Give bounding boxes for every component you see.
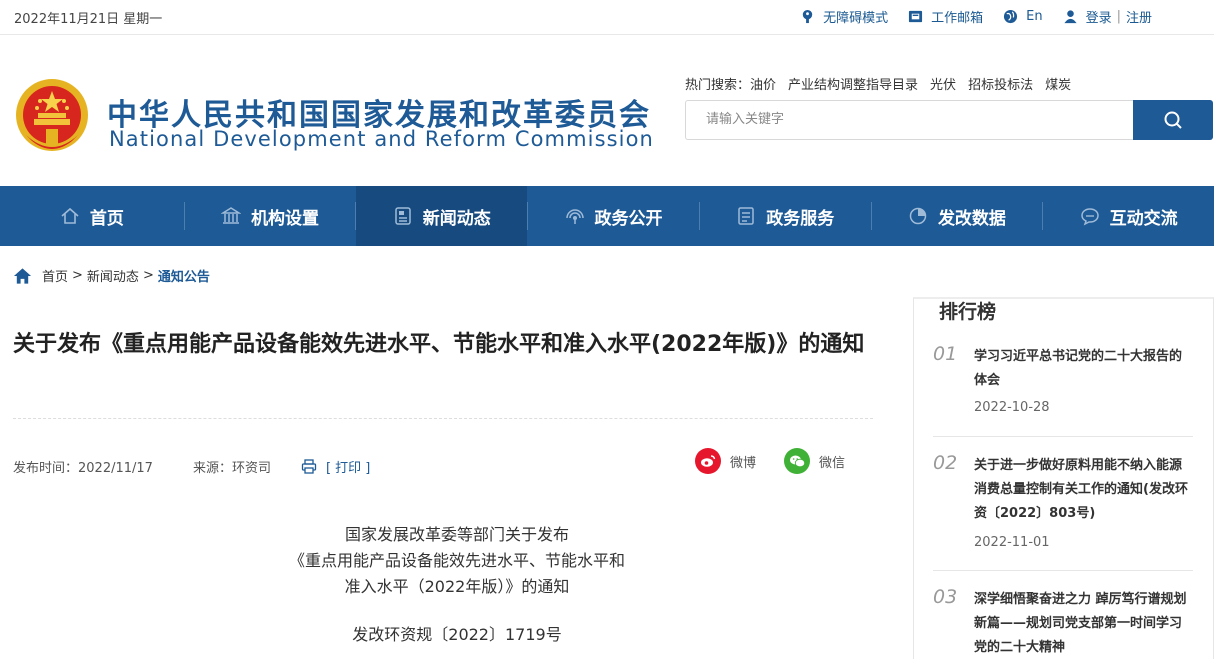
user-links: 登录 | 注册 [1063, 7, 1152, 26]
search-button[interactable] [1133, 100, 1213, 140]
nav-item-organization[interactable]: 机构设置 [185, 186, 356, 246]
nav-item-data[interactable]: 发改数据 [872, 186, 1043, 246]
nav-item-gov-affairs[interactable]: 政务公开 [528, 186, 699, 246]
nav-label: 机构设置 [251, 208, 320, 229]
weibo-icon [695, 448, 721, 474]
wechat-icon [784, 448, 811, 474]
ranking-divider [933, 436, 1193, 437]
ranking-divider [933, 570, 1193, 571]
hot-term[interactable]: 产业结构调整指导目录 [788, 74, 918, 93]
ranking-number: 02 [933, 452, 958, 474]
nav-label: 首页 [89, 208, 124, 229]
accessibility-link[interactable]: 无障碍模式 [800, 7, 888, 26]
article-source: 来源：环资司 [192, 461, 271, 476]
accessibility-icon [802, 9, 813, 24]
ranking-number: 01 [933, 343, 958, 365]
share-weibo[interactable]: 微博 [695, 448, 756, 474]
english-label: En [1026, 9, 1043, 24]
breadcrumb-separator: > [142, 268, 154, 283]
hot-search: 热门搜索： 油价 产业结构调整指导目录 光伏 招标投标法 煤炭 [685, 74, 1071, 93]
login-separator: | [1116, 9, 1121, 24]
ranking-item-title[interactable]: 深学细悟聚奋进之力 踔厉笃行谱规划新篇——规划司党支部第一时间学习党的二十大精神 [974, 588, 1193, 659]
chat-icon [1080, 208, 1099, 226]
breadcrumb-home[interactable]: 首页 [42, 266, 68, 285]
work-mail-label: 工作邮箱 [931, 11, 984, 26]
title-divider [13, 418, 873, 419]
register-link[interactable]: 注册 [1126, 7, 1152, 26]
ranking-item-title[interactable]: 关于进一步做好原料用能不纳入能源消费总量控制有关工作的通知(发改环资〔2022〕… [974, 454, 1193, 526]
pie-chart-icon [909, 207, 927, 225]
document-icon [738, 207, 754, 225]
nav-label: 政务服务 [766, 208, 835, 229]
ranking-item-title[interactable]: 学习习近平总书记党的二十大报告的体会 [974, 345, 1193, 393]
hot-search-label: 热门搜索： [685, 78, 751, 93]
nav-item-news[interactable]: 新闻动态 [356, 186, 528, 246]
nav-label: 互动交流 [1109, 208, 1178, 229]
hot-term[interactable]: 光伏 [930, 74, 956, 93]
share-wechat-label: 微信 [819, 455, 846, 471]
broadcast-icon [565, 209, 584, 224]
top-links: 无障碍模式 工作邮箱 En 登录 | 注册 [780, 7, 1152, 26]
publish-date: 发布时间：2022/11/17 [13, 461, 153, 476]
ranking-item-date: 2022-10-28 [974, 400, 1050, 415]
english-link[interactable]: En [1003, 9, 1043, 24]
share-wechat[interactable]: 微信 [784, 448, 845, 474]
breadcrumb-separator: > [72, 268, 83, 283]
ranking-title: 排行榜 [939, 301, 997, 323]
print-button[interactable]: [ 打印 ] [301, 457, 370, 476]
search-input[interactable]: 请输入关键字 [685, 100, 1133, 140]
document-heading-line: 准入水平（2022年版）》的通知 [344, 577, 570, 596]
ranking-item-date: 2022-11-01 [974, 535, 1050, 550]
printer-icon [301, 459, 317, 474]
document-heading: 国家发展改革委等部门关于发布 《重点用能产品设备能效先进水平、节能水平和 准入水… [262, 522, 652, 600]
breadcrumb-news[interactable]: 新闻动态 [87, 266, 139, 285]
accessibility-label: 无障碍模式 [823, 11, 889, 26]
share-bar: 微博 微信 [695, 448, 873, 474]
work-mail-link[interactable]: 工作邮箱 [908, 7, 983, 26]
document-number: 发改环资规〔2022〕1719号 [352, 625, 562, 644]
breadcrumb-current[interactable]: 通知公告 [158, 266, 210, 285]
nav-label: 新闻动态 [422, 208, 491, 229]
document-heading-line: 国家发展改革委等部门关于发布 [344, 525, 569, 544]
print-label: [ 打印 ] [325, 461, 371, 476]
article-title: 关于发布《重点用能产品设备能效先进水平、节能水平和准入水平(2022年版)》的通… [13, 332, 865, 357]
site-title-en[interactable]: National Development and Reform Commissi… [109, 127, 654, 151]
hot-term[interactable]: 招标投标法 [968, 74, 1033, 93]
current-date: 2022年11月21日 星期一 [14, 12, 163, 27]
building-icon [221, 207, 242, 224]
breadcrumb: 首页 > 新闻动态 > 通知公告 [13, 266, 210, 285]
globe-icon [1004, 9, 1018, 24]
nav-label: 政务公开 [594, 208, 663, 229]
hot-term[interactable]: 煤炭 [1045, 74, 1071, 93]
ranking-number: 03 [933, 586, 958, 608]
article-meta: 发布时间：2022/11/17 来源：环资司 [ 打印 ] [13, 457, 370, 476]
nav-item-interaction[interactable]: 互动交流 [1043, 186, 1214, 246]
home-icon[interactable] [13, 267, 32, 285]
main-nav: 首页 机构设置 新闻动态 政务公开 政务服务 发改数据 互动交流 [0, 186, 1214, 246]
login-link[interactable]: 登录 [1086, 7, 1112, 26]
nav-item-services[interactable]: 政务服务 [700, 186, 871, 246]
nav-item-home[interactable]: 首页 [0, 186, 184, 246]
share-weibo-label: 微博 [730, 455, 757, 471]
document-heading-line: 《重点用能产品设备能效先进水平、节能水平和 [288, 551, 625, 570]
home-icon [61, 207, 79, 224]
national-emblem[interactable] [12, 77, 92, 159]
nav-label: 发改数据 [937, 208, 1006, 229]
user-icon [1063, 10, 1077, 24]
top-bar: 2022年11月21日 星期一 无障碍模式 工作邮箱 En 登录 | 注册 [0, 0, 1214, 35]
mail-icon [909, 10, 923, 23]
hot-term[interactable]: 油价 [750, 74, 776, 93]
search-icon [1164, 111, 1182, 129]
newspaper-icon [395, 207, 411, 225]
